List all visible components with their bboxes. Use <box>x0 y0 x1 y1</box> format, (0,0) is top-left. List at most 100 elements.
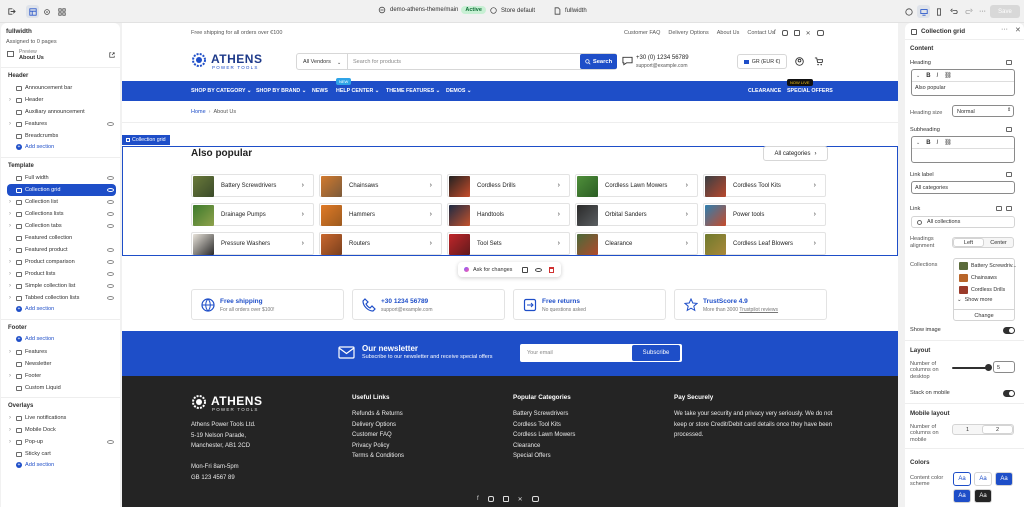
chevron-right-icon[interactable]: › <box>9 415 11 421</box>
sidebar-item-mobile-dock[interactable]: › Mobile Dock <box>1 424 120 436</box>
nav-special-offers[interactable]: SPECIAL OFFERS <box>787 88 833 94</box>
breadcrumb-home[interactable]: Home <box>191 109 206 115</box>
collection-tile[interactable]: Pressure Washers › <box>191 232 314 255</box>
x-icon[interactable]: ✕ <box>806 30 811 37</box>
paragraph-icon[interactable]: ⌄ <box>916 73 920 79</box>
close-icon[interactable]: ✕ <box>1015 26 1021 34</box>
chevron-right-icon[interactable]: › <box>9 211 11 217</box>
color-scheme-5[interactable]: Aa <box>974 489 992 503</box>
sidebar-item-features[interactable]: › Features <box>1 118 120 130</box>
collection-tile[interactable]: Chainsaws › <box>319 174 442 197</box>
chevron-right-icon[interactable]: › <box>9 373 11 379</box>
youtube-icon[interactable] <box>531 496 539 502</box>
collection-tile[interactable]: Drainage Pumps › <box>191 203 314 226</box>
add-section-overlays-button[interactable]: + Add section <box>16 462 54 468</box>
chevron-right-icon[interactable]: › <box>9 295 11 301</box>
theme-selector[interactable]: demo-athens-theme/main Active <box>378 6 486 14</box>
apps-icon[interactable] <box>55 5 68 18</box>
linkedin-icon[interactable] <box>502 496 509 502</box>
link-label-input[interactable]: All categories <box>911 181 1015 194</box>
header-email[interactable]: support@example.com <box>636 63 688 69</box>
hidden-eye-icon[interactable] <box>107 260 114 264</box>
footer-link[interactable]: Clearance <box>513 441 575 452</box>
collection-tile[interactable]: Cordless Leaf Blowers › <box>703 232 826 255</box>
collection-tile[interactable]: Hammers › <box>319 203 442 226</box>
heading-editor[interactable]: ⌄ B I ⛓ Also popular <box>911 69 1015 96</box>
top-link[interactable]: Contact Us <box>747 30 774 36</box>
stack-mobile-toggle[interactable] <box>1003 390 1015 397</box>
collection-tile[interactable]: Handtools › <box>447 203 570 226</box>
heading-size-select[interactable]: Normal ⇕ <box>952 105 1014 117</box>
add-section-header-button[interactable]: + Add section <box>16 144 54 150</box>
link-icon[interactable]: ⛓ <box>944 72 952 79</box>
subheading-editor[interactable]: ⌄ B I ⛓ <box>911 136 1015 163</box>
all-categories-button[interactable]: All categories › <box>763 146 828 161</box>
collection-tile[interactable]: Tool Sets › <box>447 232 570 255</box>
nav-shop-by-category[interactable]: SHOP BY CATEGORY ⌄ <box>191 88 251 94</box>
color-scheme-3[interactable]: Aa <box>995 472 1013 486</box>
align-left-option[interactable]: Left <box>953 238 984 247</box>
preview-selector[interactable]: Preview About Us <box>6 49 116 63</box>
inspector-icon[interactable] <box>902 5 915 18</box>
top-link[interactable]: About Us <box>717 30 740 36</box>
sidebar-item-live-notifications[interactable]: › Live notifications <box>1 412 120 424</box>
collection-tile[interactable]: Orbital Sanders › <box>575 203 698 226</box>
desktop-view-icon[interactable] <box>917 5 930 18</box>
logo-text[interactable]: ATHENS <box>211 52 262 66</box>
color-scheme-2[interactable]: Aa <box>974 472 992 486</box>
more-icon[interactable]: ··· <box>976 5 989 18</box>
top-link[interactable]: Customer FAQ <box>624 30 660 36</box>
sidebar-item-sticky-cart[interactable]: Sticky cart <box>1 448 120 460</box>
sidebar-item-featured-product[interactable]: › Featured product <box>1 244 120 256</box>
chevron-right-icon[interactable]: › <box>9 259 11 265</box>
footer-link[interactable]: Refunds & Returns <box>352 409 404 420</box>
chevron-right-icon[interactable]: › <box>9 427 11 433</box>
color-scheme-1[interactable]: Aa <box>953 472 971 486</box>
external-link-icon[interactable] <box>109 52 115 58</box>
hidden-eye-icon[interactable] <box>107 296 114 300</box>
currency-select[interactable]: GR (EUR €) <box>737 54 787 69</box>
external-link-icon[interactable] <box>996 206 1002 211</box>
chevron-right-icon[interactable]: › <box>9 349 11 355</box>
chevron-right-icon[interactable]: › <box>9 121 11 127</box>
chevron-right-icon[interactable]: › <box>9 271 11 277</box>
dynamic-source-icon[interactable] <box>1006 172 1012 177</box>
sidebar-item-newsletter[interactable]: Newsletter <box>1 358 120 370</box>
undo-icon[interactable] <box>947 5 960 18</box>
bold-icon[interactable]: B <box>926 140 930 146</box>
collection-tile[interactable]: Routers › <box>319 232 442 255</box>
search-button[interactable]: Search <box>580 54 617 69</box>
hidden-eye-icon[interactable] <box>107 224 114 228</box>
hidden-eye-icon[interactable] <box>107 248 114 252</box>
color-scheme-4[interactable]: Aa <box>953 489 971 503</box>
italic-icon[interactable]: I <box>937 73 939 79</box>
mobile-view-icon[interactable] <box>932 5 945 18</box>
sidebar-item-footer-features[interactable]: › Features <box>1 346 120 358</box>
newsletter-email-input[interactable]: Your email <box>527 350 553 356</box>
nav-news[interactable]: NEWS <box>312 88 328 94</box>
heading-input[interactable]: Also popular <box>915 85 946 91</box>
footer-link[interactable]: Cordless Tool Kits <box>513 420 575 431</box>
dynamic-source-icon[interactable] <box>1006 206 1012 211</box>
sidebar-item-collection-tabs[interactable]: › Collection tabs <box>1 220 120 232</box>
sidebar-item-announcement-bar[interactable]: Announcement bar <box>1 82 120 94</box>
align-center-option[interactable]: Center <box>984 238 1013 247</box>
top-link[interactable]: Delivery Options <box>668 30 708 36</box>
template-selector[interactable]: fullwidth <box>554 7 587 15</box>
eye-icon[interactable] <box>107 188 114 192</box>
columns-desktop-slider-handle[interactable] <box>985 364 992 371</box>
store-selector[interactable]: Store default <box>490 7 535 14</box>
search-input[interactable]: Search for products <box>353 59 401 65</box>
columns-mobile-2[interactable]: 2 <box>982 425 1013 434</box>
subscribe-button[interactable]: Subscribe <box>632 345 680 361</box>
more-icon[interactable]: ··· <box>1001 26 1008 33</box>
paragraph-icon[interactable]: ⌄ <box>916 140 920 146</box>
columns-desktop-input[interactable]: 5 <box>993 361 1015 373</box>
nav-demos[interactable]: DEMOS ⌄ <box>446 88 471 94</box>
change-collections-button[interactable]: Change <box>953 309 1015 321</box>
collection-tile[interactable]: Clearance › <box>575 232 698 255</box>
redo-icon[interactable] <box>962 5 975 18</box>
hidden-eye-icon[interactable] <box>107 122 114 126</box>
bold-icon[interactable]: B <box>926 73 930 79</box>
sidebar-item-auxiliary-announcement[interactable]: Auxiliary announcement <box>1 106 120 118</box>
